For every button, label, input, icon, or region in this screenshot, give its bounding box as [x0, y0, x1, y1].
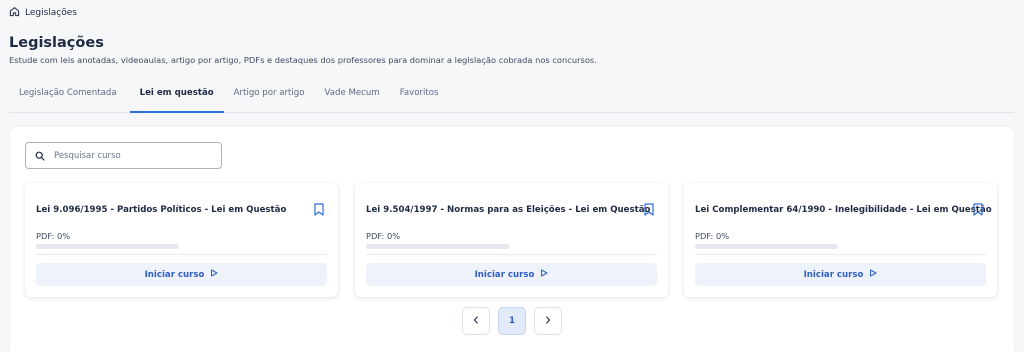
course-title[interactable]: Lei 9.504/1997 - Normas para as Eleições… — [366, 205, 650, 215]
start-course-label: Iniciar curso — [803, 269, 864, 280]
progress-bar — [695, 244, 838, 249]
page-title: Legislações — [9, 35, 104, 51]
search-box[interactable] — [25, 142, 222, 169]
start-course-button[interactable]: Iniciar curso — [695, 263, 986, 286]
tab-vade-mecum[interactable]: Vade Mecum — [315, 80, 390, 112]
chevron-left-icon — [472, 315, 480, 327]
play-icon — [210, 269, 218, 280]
pagination-prev-button[interactable] — [462, 307, 490, 335]
play-icon — [540, 269, 548, 280]
breadcrumb-label[interactable]: Legislações — [25, 8, 77, 18]
divider — [695, 254, 986, 255]
start-course-label: Iniciar curso — [474, 269, 535, 280]
home-icon[interactable] — [9, 6, 20, 20]
course-card: Lei Complementar 64/1990 - Inelegibilida… — [684, 183, 997, 297]
pdf-progress-label: PDF: 0% — [366, 231, 401, 241]
tab-legislacao-comentada[interactable]: Legislação Comentada — [9, 80, 127, 112]
pagination-next-button[interactable] — [534, 307, 562, 335]
tab-favoritos[interactable]: Favoritos — [390, 80, 449, 112]
pdf-progress-label: PDF: 0% — [36, 231, 71, 241]
courses-panel: Lei 9.096/1995 - Partidos Políticos - Le… — [10, 127, 1014, 352]
search-icon — [35, 146, 45, 165]
start-course-label: Iniciar curso — [144, 269, 205, 280]
divider — [36, 254, 327, 255]
start-course-button[interactable]: Iniciar curso — [366, 263, 657, 286]
tab-bar: Legislação Comentada Lei em questão Arti… — [9, 80, 1014, 113]
bookmark-icon[interactable] — [973, 201, 983, 216]
start-course-button[interactable]: Iniciar curso — [36, 263, 327, 286]
tab-lei-em-questao[interactable]: Lei em questão — [129, 80, 224, 113]
search-input[interactable] — [54, 150, 204, 161]
chevron-right-icon — [544, 315, 552, 327]
bookmark-icon[interactable] — [314, 201, 324, 216]
pdf-progress-label: PDF: 0% — [695, 231, 730, 241]
page-subtitle: Estude com leis anotadas, videoaulas, ar… — [9, 55, 597, 65]
progress-bar — [366, 244, 509, 249]
play-icon — [869, 269, 877, 280]
course-card: Lei 9.096/1995 - Partidos Políticos - Le… — [25, 183, 338, 297]
course-card: Lei 9.504/1997 - Normas para as Eleições… — [355, 183, 668, 297]
divider — [366, 254, 657, 255]
progress-bar — [36, 244, 179, 249]
course-title[interactable]: Lei Complementar 64/1990 - Inelegibilida… — [695, 205, 992, 215]
pagination-page-button[interactable]: 1 — [498, 307, 526, 335]
course-title[interactable]: Lei 9.096/1995 - Partidos Políticos - Le… — [36, 205, 286, 215]
bookmark-icon[interactable] — [644, 201, 654, 216]
tab-artigo-por-artigo[interactable]: Artigo por artigo — [224, 80, 315, 112]
breadcrumb[interactable]: Legislações — [9, 6, 77, 20]
